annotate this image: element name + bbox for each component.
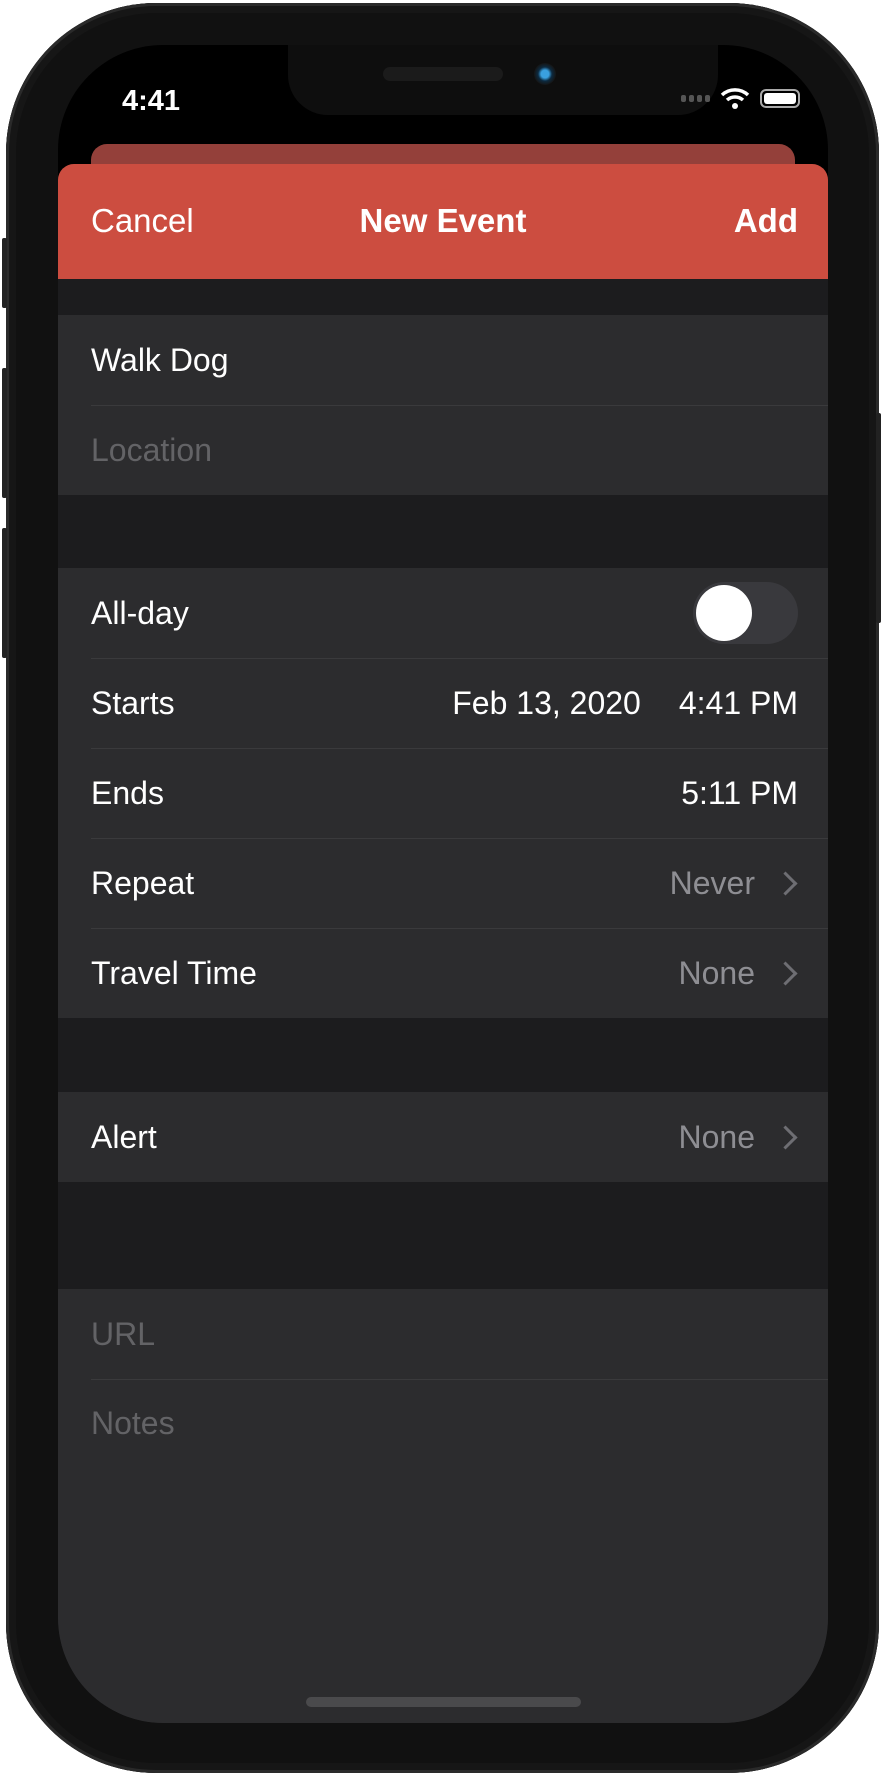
page-title: New Event bbox=[359, 202, 527, 239]
mute-switch bbox=[2, 238, 7, 308]
repeat-value: Never bbox=[669, 864, 755, 901]
battery-icon bbox=[760, 88, 800, 108]
location-placeholder: Location bbox=[91, 431, 212, 468]
title-input[interactable]: Walk Dog bbox=[58, 315, 828, 405]
status-time: 4:41 bbox=[122, 85, 181, 117]
notch bbox=[288, 45, 718, 115]
url-placeholder: URL bbox=[91, 1315, 156, 1352]
ends-label: Ends bbox=[91, 774, 164, 811]
wifi-icon bbox=[720, 88, 750, 109]
add-button[interactable]: Add bbox=[734, 202, 798, 240]
alert-group: Alert None bbox=[58, 1092, 828, 1182]
notes-input[interactable]: Notes bbox=[58, 1379, 828, 1723]
travel-time-label: Travel Time bbox=[91, 954, 257, 991]
chevron-right-icon bbox=[773, 960, 798, 986]
repeat-label: Repeat bbox=[91, 864, 195, 901]
ends-time[interactable]: 5:11 PM bbox=[681, 775, 798, 812]
toggle-knob bbox=[696, 585, 752, 641]
starts-label: Starts bbox=[91, 684, 175, 721]
url-input[interactable]: URL bbox=[58, 1289, 828, 1379]
starts-time[interactable]: 4:41 PM bbox=[679, 685, 798, 722]
alert-value: None bbox=[678, 1118, 756, 1155]
navigation-bar: Cancel New Event Add bbox=[58, 164, 828, 279]
travel-time-value: None bbox=[678, 954, 756, 991]
location-input[interactable]: Location bbox=[58, 405, 828, 495]
starts-date[interactable]: Feb 13, 2020 bbox=[452, 685, 641, 722]
chevron-right-icon bbox=[773, 870, 798, 896]
all-day-toggle[interactable] bbox=[693, 582, 798, 644]
home-indicator[interactable] bbox=[306, 1697, 581, 1707]
status-icons bbox=[681, 87, 800, 109]
starts-row: Starts Feb 13, 2020 4:41 PM bbox=[58, 658, 828, 748]
chevron-right-icon bbox=[773, 1124, 798, 1150]
side-button bbox=[876, 413, 881, 623]
new-event-sheet: Cancel New Event Add Walk Dog Location A… bbox=[58, 164, 828, 1723]
notes-placeholder: Notes bbox=[91, 1405, 175, 1441]
travel-time-row[interactable]: Travel Time None bbox=[58, 928, 828, 1018]
alert-label: Alert bbox=[91, 1118, 157, 1155]
screen: 4:41 Cancel New Event Add Walk Dog Locat… bbox=[58, 45, 828, 1723]
speaker bbox=[383, 67, 503, 81]
url-notes-group: URL Notes bbox=[58, 1289, 828, 1723]
volume-up-button bbox=[2, 368, 7, 498]
repeat-row[interactable]: Repeat Never bbox=[58, 838, 828, 928]
ends-row: Ends 5:11 PM bbox=[58, 748, 828, 838]
title-location-group: Walk Dog Location bbox=[58, 315, 828, 495]
alert-row[interactable]: Alert None bbox=[58, 1092, 828, 1182]
volume-down-button bbox=[2, 528, 7, 658]
all-day-label: All-day bbox=[91, 594, 189, 631]
cellular-icon bbox=[681, 94, 710, 102]
camera bbox=[534, 63, 556, 85]
all-day-row: All-day bbox=[58, 568, 828, 658]
time-group: All-day Starts Feb 13, 2020 4:41 PM Ends… bbox=[58, 568, 828, 1018]
title-value: Walk Dog bbox=[91, 341, 229, 378]
